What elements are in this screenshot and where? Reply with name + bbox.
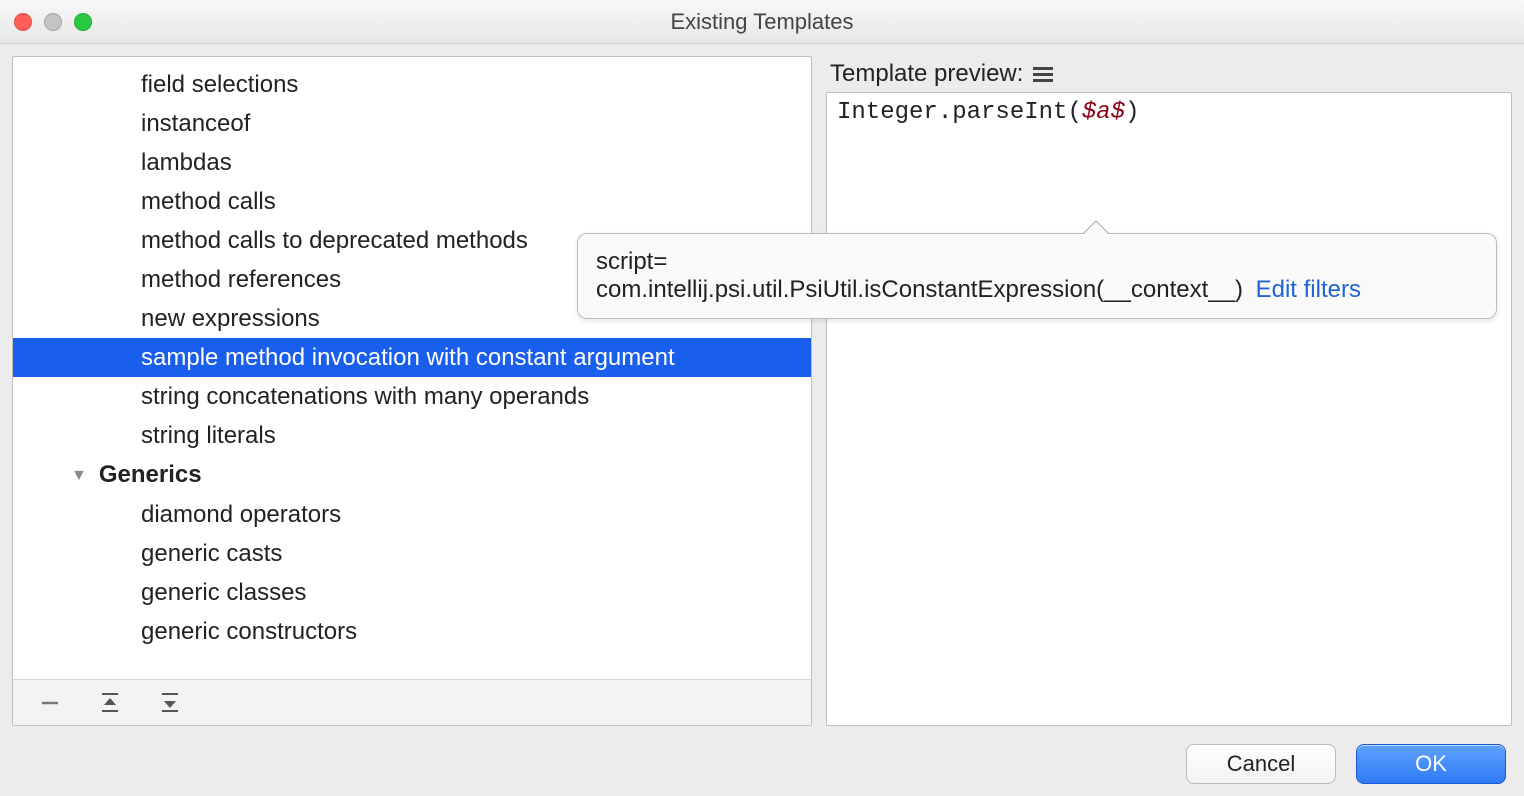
code-suffix: ) <box>1125 99 1139 126</box>
zoom-window-icon[interactable] <box>74 13 92 31</box>
tree-item[interactable]: field selections <box>13 65 811 104</box>
tree-item[interactable]: instanceof <box>13 104 811 143</box>
tree-item[interactable]: lambdas <box>13 143 811 182</box>
tree-item-label: field selections <box>141 71 298 99</box>
templates-tree-pane: field selections instanceof lambdas meth… <box>12 56 812 726</box>
preview-header: Template preview: <box>826 56 1512 92</box>
tree-item-label: lambdas <box>141 149 232 177</box>
expand-all-icon[interactable] <box>95 688 125 718</box>
tree-item-label: string concatenations with many operands <box>141 383 589 411</box>
window-title: Existing Templates <box>670 9 853 35</box>
tree-item-label: method calls to deprecated methods <box>141 227 528 255</box>
code-variable: $a$ <box>1082 99 1125 126</box>
preview-header-label: Template preview: <box>830 60 1023 88</box>
tree-item[interactable]: generic casts <box>13 534 811 573</box>
dialog-footer: Cancel OK <box>1186 744 1506 784</box>
tree-item-label: new expressions <box>141 305 320 333</box>
edit-filters-link[interactable]: Edit filters <box>1256 276 1361 303</box>
templates-tree[interactable]: field selections instanceof lambdas meth… <box>13 57 811 679</box>
tooltip-script-text: com.intellij.psi.util.PsiUtil.isConstant… <box>596 276 1243 303</box>
tree-group-generics[interactable]: ▼ Generics <box>13 455 811 495</box>
code-prefix: Integer.parseInt( <box>837 99 1082 126</box>
window-controls <box>14 13 92 31</box>
tree-item-label: instanceof <box>141 110 250 138</box>
tooltip-line-1: script= <box>596 248 1478 276</box>
filter-tooltip: script= com.intellij.psi.util.PsiUtil.is… <box>577 233 1497 319</box>
remove-icon[interactable] <box>35 688 65 718</box>
cancel-button[interactable]: Cancel <box>1186 744 1336 784</box>
tree-item-label: method calls <box>141 188 276 216</box>
tree-item-label: method references <box>141 266 341 294</box>
tree-item-label: generic casts <box>141 540 282 568</box>
preview-body: Integer.parseInt($a$) script= com.intell… <box>826 92 1512 726</box>
preview-pane: Template preview: Integer.parseInt($a$) … <box>826 56 1512 726</box>
tree-item[interactable]: string literals <box>13 416 811 455</box>
tree-group-label: Generics <box>99 461 202 489</box>
tree-item-label: string literals <box>141 422 276 450</box>
tree-item[interactable]: generic constructors <box>13 612 811 651</box>
collapse-all-icon[interactable] <box>155 688 185 718</box>
tree-item[interactable]: generic classes <box>13 573 811 612</box>
tooltip-line-2: com.intellij.psi.util.PsiUtil.isConstant… <box>596 276 1478 304</box>
tree-item-label: generic constructors <box>141 618 357 646</box>
tree-item-label: diamond operators <box>141 501 341 529</box>
close-window-icon[interactable] <box>14 13 32 31</box>
tree-item-selected[interactable]: sample method invocation with constant a… <box>13 338 811 377</box>
tree-toolbar <box>13 679 811 725</box>
minimize-window-icon[interactable] <box>44 13 62 31</box>
ok-button[interactable]: OK <box>1356 744 1506 784</box>
tree-item-label: generic classes <box>141 579 306 607</box>
hamburger-icon[interactable] <box>1033 67 1053 82</box>
disclosure-triangle-icon[interactable]: ▼ <box>71 467 87 485</box>
tree-item-label: sample method invocation with constant a… <box>141 344 675 372</box>
tree-item[interactable]: method calls <box>13 182 811 221</box>
title-bar: Existing Templates <box>0 0 1524 44</box>
template-code: Integer.parseInt($a$) <box>837 99 1501 126</box>
tree-item[interactable]: diamond operators <box>13 495 811 534</box>
tree-item[interactable]: string concatenations with many operands <box>13 377 811 416</box>
